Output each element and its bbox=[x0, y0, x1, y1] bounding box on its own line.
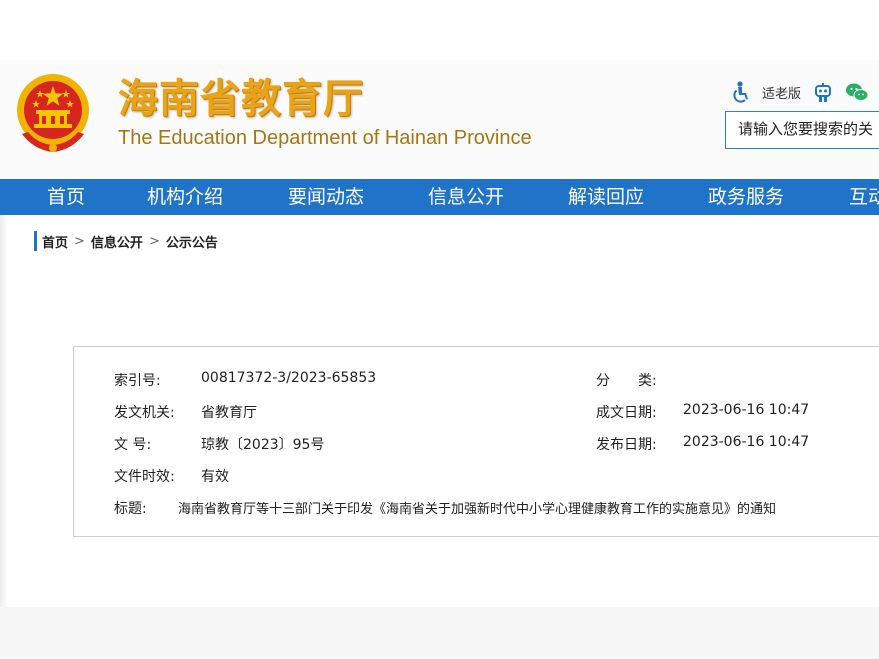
publish-date-value: 2023-06-16 10:47 bbox=[683, 434, 810, 450]
site-subtitle: The Education Department of Hainan Provi… bbox=[118, 127, 532, 149]
index-value: 00817372-3/2023-65853 bbox=[201, 370, 377, 386]
written-date-value: 2023-06-16 10:47 bbox=[683, 402, 810, 418]
doc-title-value: 海南省教育厅等十三部门关于印发《海南省关于加强新时代中小学心理健康教育工作的实施… bbox=[178, 502, 777, 517]
accessibility-icon[interactable] bbox=[730, 81, 750, 103]
breadcrumb-info-disclosure[interactable]: 信息公开 bbox=[91, 232, 143, 251]
nav-item-home[interactable]: 首页 bbox=[47, 179, 85, 215]
national-emblem-icon bbox=[17, 74, 89, 152]
issuer-value: 省教育厅 bbox=[201, 405, 257, 421]
breadcrumb-separator: > bbox=[148, 233, 160, 249]
search-box bbox=[725, 111, 879, 149]
site-title: 海南省教育厅 bbox=[118, 75, 364, 122]
category-label: 分 类: bbox=[596, 373, 657, 389]
left-shadow bbox=[0, 215, 8, 607]
nav-item-news[interactable]: 要闻动态 bbox=[288, 179, 364, 215]
bottom-blank-band bbox=[0, 607, 879, 659]
wechat-icon[interactable] bbox=[845, 82, 869, 102]
validity-label: 文件时效: bbox=[114, 469, 175, 485]
doc-number-label: 文 号: bbox=[114, 437, 152, 453]
index-label: 索引号: bbox=[114, 373, 161, 389]
breadcrumb-announcements[interactable]: 公示公告 bbox=[166, 232, 218, 251]
validity-value: 有效 bbox=[201, 469, 229, 485]
top-blank-band bbox=[0, 0, 879, 60]
nav-item-interaction[interactable]: 互动 bbox=[849, 179, 879, 215]
document-info-panel: 索引号: 00817372-3/2023-65853 分 类: 发文机关: 省教… bbox=[73, 346, 879, 537]
breadcrumb-separator: > bbox=[74, 233, 85, 249]
nav-item-interpretation[interactable]: 解读回应 bbox=[568, 179, 644, 215]
issuer-label: 发文机关: bbox=[114, 405, 175, 421]
nav-item-organization[interactable]: 机构介绍 bbox=[147, 179, 223, 215]
search-input[interactable] bbox=[726, 112, 879, 146]
nav-item-info-disclosure[interactable]: 信息公开 bbox=[428, 179, 504, 215]
breadcrumb-home[interactable]: 首页 bbox=[42, 232, 68, 251]
written-date-label: 成文日期: bbox=[596, 405, 657, 421]
nav-item-gov-services[interactable]: 政务服务 bbox=[708, 179, 784, 215]
doc-title-label: 标题: bbox=[114, 501, 147, 517]
header-tools: 适老版 bbox=[730, 80, 869, 104]
main-nav: 首页 机构介绍 要闻动态 信息公开 解读回应 政务服务 互动 bbox=[0, 179, 879, 215]
elder-mode-link[interactable]: 适老版 bbox=[762, 83, 801, 102]
breadcrumb: 首页 > 信息公开 > 公示公告 bbox=[34, 231, 218, 251]
robot-assistant-icon[interactable] bbox=[813, 82, 833, 102]
publish-date-label: 发布日期: bbox=[596, 437, 657, 453]
doc-number-value: 琼教〔2023〕95号 bbox=[201, 437, 325, 453]
